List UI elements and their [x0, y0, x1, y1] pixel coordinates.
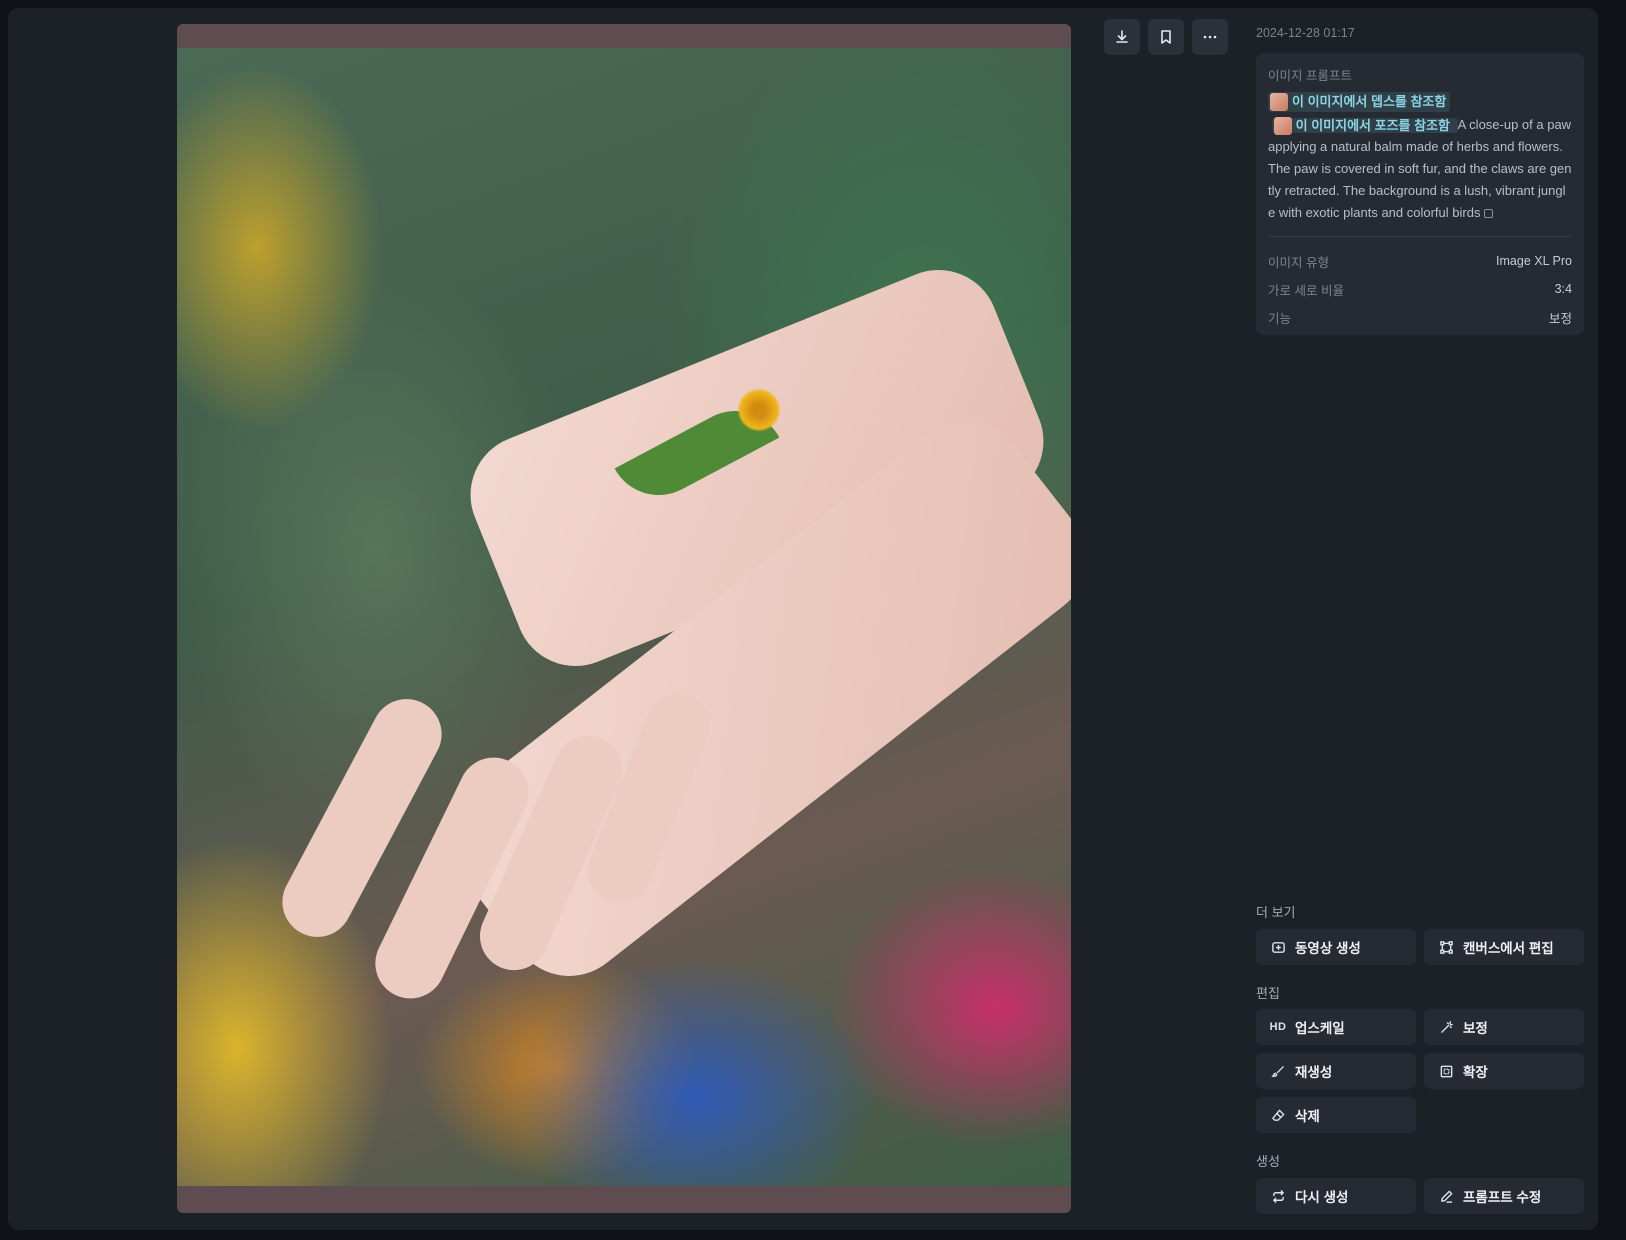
edit-prompt-button[interactable]: 프롬프트 수정 — [1424, 1178, 1584, 1214]
copy-icon[interactable] — [1484, 209, 1494, 219]
more-button[interactable] — [1192, 19, 1228, 55]
image-viewer — [177, 24, 1071, 1213]
expand-button[interactable]: 확장 — [1424, 1053, 1584, 1089]
meta-value: Image XL Pro — [1496, 254, 1572, 268]
hd-icon: HD — [1269, 1021, 1287, 1033]
create-video-label: 동영상 생성 — [1295, 941, 1361, 956]
canvas-edit-icon — [1438, 939, 1454, 955]
ref-pose-label: 이 이미지에서 포즈를 참조함 — [1295, 117, 1450, 133]
generated-image[interactable] — [177, 48, 1071, 1186]
generate-again-label: 다시 생성 — [1295, 1190, 1349, 1205]
erase-button[interactable]: 삭제 — [1256, 1097, 1416, 1133]
prompt-text-block: 이 이미지에서 뎁스를 참조함 이 이미지에서 포즈를 참조함 A close-… — [1268, 90, 1572, 224]
prompt-label: 이미지 프롬프트 — [1268, 69, 1352, 83]
generate-again-button[interactable]: 다시 생성 — [1256, 1178, 1416, 1214]
download-icon — [1116, 30, 1128, 43]
expand-label: 확장 — [1463, 1065, 1488, 1080]
meta-value: 3:4 — [1554, 282, 1572, 296]
meta-key: 기능 — [1268, 311, 1292, 326]
section-title-generate: 생성 — [1256, 1154, 1280, 1169]
create-video-button[interactable]: 동영상 생성 — [1256, 929, 1416, 965]
retouch-button[interactable]: 보정 — [1424, 1009, 1584, 1045]
edit-on-canvas-label: 캔버스에서 편집 — [1463, 941, 1554, 956]
bookmark-button[interactable] — [1148, 19, 1184, 55]
ref-pose-chip[interactable]: 이 이미지에서 포즈를 참조함 — [1272, 117, 1458, 136]
meta-row-feature: 기능 보정 — [1268, 303, 1572, 331]
ref-thumbnail — [1274, 117, 1292, 136]
eraser-icon — [1270, 1107, 1286, 1123]
edit-prompt-label: 프롬프트 수정 — [1463, 1190, 1542, 1205]
section-title-edit: 편집 — [1256, 986, 1280, 1001]
meta-key: 가로 세로 비율 — [1268, 283, 1344, 298]
meta-row-ratio: 가로 세로 비율 3:4 — [1268, 275, 1572, 303]
regenerate-label: 재생성 — [1295, 1065, 1333, 1080]
expand-frame-icon — [1438, 1063, 1454, 1079]
repeat-icon — [1270, 1188, 1286, 1204]
retouch-label: 보정 — [1463, 1021, 1488, 1036]
ref-depth-label: 이 이미지에서 뎁스를 참조함 — [1292, 93, 1447, 109]
regenerate-button[interactable]: 재생성 — [1256, 1053, 1416, 1089]
bookmark-icon — [1161, 30, 1171, 44]
pencil-icon — [1438, 1188, 1454, 1204]
video-plus-icon — [1270, 939, 1286, 955]
ref-depth-line: 이 이미지에서 뎁스를 참조함 — [1268, 90, 1572, 112]
more-icon — [1203, 35, 1217, 39]
meta-row-type: 이미지 유형 Image XL Pro — [1268, 247, 1572, 275]
timestamp: 2024-12-28 01:17 — [1256, 26, 1355, 40]
prompt-info-card: 이미지 프롬프트 이 이미지에서 뎁스를 참조함 이 이미지에서 포즈를 참조함… — [1256, 53, 1584, 335]
brush-icon — [1270, 1063, 1286, 1079]
meta-value: 보정 — [1548, 311, 1572, 326]
download-button[interactable] — [1104, 19, 1140, 55]
edit-on-canvas-button[interactable]: 캔버스에서 편집 — [1424, 929, 1584, 965]
image-flower — [737, 388, 781, 432]
divider — [1268, 236, 1572, 237]
section-title-more: 더 보기 — [1256, 905, 1296, 920]
erase-label: 삭제 — [1295, 1109, 1320, 1124]
magic-wand-icon — [1438, 1019, 1454, 1035]
upscale-button[interactable]: HD 업스케일 — [1256, 1009, 1416, 1045]
ref-depth-chip[interactable]: 이 이미지에서 뎁스를 참조함 — [1268, 91, 1451, 112]
ref-thumbnail — [1270, 92, 1288, 111]
meta-key: 이미지 유형 — [1268, 255, 1329, 270]
upscale-label: 업스케일 — [1295, 1021, 1345, 1036]
